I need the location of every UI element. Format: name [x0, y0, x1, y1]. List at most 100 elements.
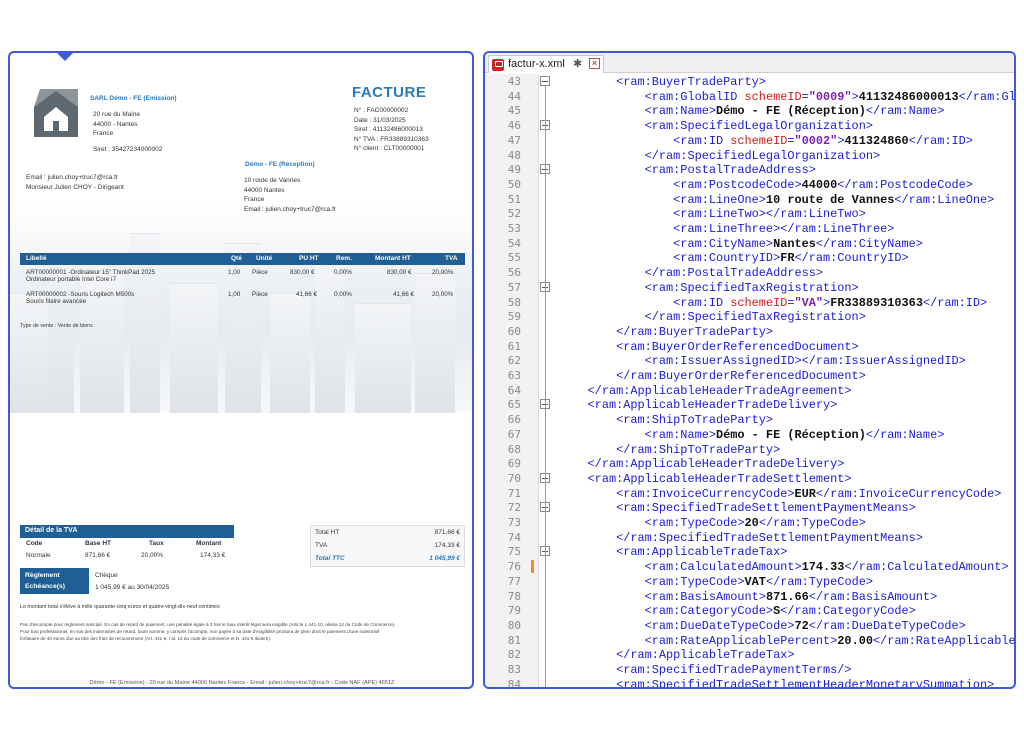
code-line[interactable]: 72 <ram:SpecifiedTradeSettlementPaymentM… [485, 500, 1014, 515]
code-text[interactable]: </ram:SpecifiedLegalOrganization> [559, 149, 880, 163]
code-text[interactable]: <ram:TypeCode>20</ram:TypeCode> [559, 516, 866, 530]
line-number: 57 [507, 280, 521, 294]
code-text[interactable]: <ram:CalculatedAmount>174.33</ram:Calcul… [559, 560, 1009, 574]
code-text[interactable]: <ram:SpecifiedLegalOrganization> [559, 119, 873, 133]
fold-guide-line [545, 86, 546, 687]
line-number: 78 [507, 589, 521, 603]
code-text[interactable]: </ram:SpecifiedTradeSettlementPaymentMea… [559, 531, 923, 545]
line-number: 51 [507, 192, 521, 206]
tab-factur-x[interactable]: factur-x.xml ✱ × [488, 55, 604, 73]
code-text[interactable]: <ram:IssuerAssignedID></ram:IssuerAssign… [559, 354, 966, 368]
code-line[interactable]: 50 <ram:PostcodeCode>44000</ram:Postcode… [485, 177, 1014, 192]
code-text[interactable]: <ram:SpecifiedTradePaymentTerms/> [559, 663, 851, 677]
code-text[interactable]: <ram:ApplicableTradeTax> [559, 545, 787, 559]
code-line[interactable]: 53 <ram:LineThree></ram:LineThree> [485, 221, 1014, 236]
code-text[interactable]: <ram:InvoiceCurrencyCode>EUR</ram:Invoic… [559, 487, 1001, 501]
code-text[interactable]: <ram:Name>Démo - FE (Réception)</ram:Nam… [559, 428, 945, 442]
code-text[interactable]: <ram:ID schemeID="0002">411324860</ram:I… [559, 134, 973, 148]
code-line[interactable]: 52 <ram:LineTwo></ram:LineTwo> [485, 206, 1014, 221]
line-number: 45 [507, 104, 521, 118]
code-line[interactable]: 59 </ram:SpecifiedTaxRegistration> [485, 309, 1014, 324]
code-line[interactable]: 84 <ram:SpecifiedTradeSettlementHeaderMo… [485, 677, 1014, 687]
code-text[interactable]: </ram:ShipToTradeParty> [559, 443, 780, 457]
code-line[interactable]: 70 <ram:ApplicableHeaderTradeSettlement> [485, 471, 1014, 486]
pin-icon[interactable]: ✱ [573, 57, 582, 70]
code-line[interactable]: 44 <ram:GlobalID schemeID="0009">4113248… [485, 89, 1014, 104]
line-number: 59 [507, 310, 521, 324]
code-text[interactable]: <ram:SpecifiedTradeSettlementHeaderMonet… [559, 678, 994, 687]
code-text[interactable]: <ram:CategoryCode>S</ram:CategoryCode> [559, 604, 916, 618]
code-line[interactable]: 75 <ram:ApplicableTradeTax> [485, 544, 1014, 559]
code-line[interactable]: 61 <ram:BuyerOrderReferencedDocument> [485, 339, 1014, 354]
code-line[interactable]: 57 <ram:SpecifiedTaxRegistration> [485, 280, 1014, 295]
code-line[interactable]: 55 <ram:CountryID>FR</ram:CountryID> [485, 250, 1014, 265]
code-text[interactable]: <ram:DueDateTypeCode>72</ram:DueDateType… [559, 619, 966, 633]
code-text[interactable]: <ram:CityName>Nantes</ram:CityName> [559, 237, 923, 251]
xml-editor[interactable]: factur-x.xml ✱ × 43 <ram:BuyerTradeParty… [483, 51, 1016, 689]
code-line[interactable]: 79 <ram:CategoryCode>S</ram:CategoryCode… [485, 603, 1014, 618]
code-text[interactable]: <ram:BasisAmount>871.66</ram:BasisAmount… [559, 590, 938, 604]
tab-label: factur-x.xml [508, 58, 565, 70]
code-line[interactable]: 47 <ram:ID schemeID="0002">411324860</ra… [485, 133, 1014, 148]
line-number: 50 [507, 177, 521, 191]
code-line[interactable]: 77 <ram:TypeCode>VAT</ram:TypeCode> [485, 574, 1014, 589]
buyer-name: Démo - FE (Réception) [245, 161, 315, 168]
code-line[interactable]: 83 <ram:SpecifiedTradePaymentTerms/> [485, 662, 1014, 677]
code-text[interactable]: <ram:ShipToTradeParty> [559, 413, 773, 427]
code-text[interactable]: </ram:BuyerTradeParty> [559, 325, 773, 339]
code-line[interactable]: 49 <ram:PostalTradeAddress> [485, 162, 1014, 177]
code-text[interactable]: <ram:Name>Démo - FE (Réception)</ram:Nam… [559, 104, 945, 118]
code-line[interactable]: 78 <ram:BasisAmount>871.66</ram:BasisAmo… [485, 589, 1014, 604]
close-icon[interactable]: × [589, 58, 600, 69]
code-line[interactable]: 58 <ram:ID schemeID="VA">FR33889310363</… [485, 295, 1014, 310]
code-line[interactable]: 76 <ram:CalculatedAmount>174.33</ram:Cal… [485, 559, 1014, 574]
code-text[interactable]: </ram:ApplicableTradeTax> [559, 648, 794, 662]
code-text[interactable]: <ram:RateApplicablePercent>20.00</ram:Ra… [559, 634, 1014, 648]
code-line[interactable]: 45 <ram:Name>Démo - FE (Réception)</ram:… [485, 103, 1014, 118]
code-line[interactable]: 65 <ram:ApplicableHeaderTradeDelivery> [485, 397, 1014, 412]
code-line[interactable]: 46 <ram:SpecifiedLegalOrganization> [485, 118, 1014, 133]
code-text[interactable]: <ram:CountryID>FR</ram:CountryID> [559, 251, 909, 265]
code-text[interactable]: </ram:ApplicableHeaderTradeDelivery> [559, 457, 845, 471]
code-text[interactable]: <ram:BuyerOrderReferencedDocument> [559, 340, 859, 354]
code-line[interactable]: 48 </ram:SpecifiedLegalOrganization> [485, 148, 1014, 163]
code-text[interactable]: <ram:PostcodeCode>44000</ram:PostcodeCod… [559, 178, 973, 192]
code-line[interactable]: 63 </ram:BuyerOrderReferencedDocument> [485, 368, 1014, 383]
code-line[interactable]: 71 <ram:InvoiceCurrencyCode>EUR</ram:Inv… [485, 486, 1014, 501]
code-line[interactable]: 43 <ram:BuyerTradeParty> [485, 74, 1014, 89]
code-line[interactable]: 66 <ram:ShipToTradeParty> [485, 412, 1014, 427]
code-text[interactable]: <ram:ID schemeID="VA">FR33889310363</ram… [559, 296, 987, 310]
code-text[interactable]: <ram:PostalTradeAddress> [559, 163, 816, 177]
code-text[interactable]: <ram:LineOne>10 route de Vannes</ram:Lin… [559, 193, 994, 207]
code-line[interactable]: 51 <ram:LineOne>10 route de Vannes</ram:… [485, 192, 1014, 207]
contact-email: Email : julien.choy+truc7@rca.fr [26, 174, 119, 181]
code-text[interactable]: <ram:BuyerTradeParty> [559, 75, 766, 89]
code-text[interactable]: <ram:SpecifiedTradeSettlementPaymentMean… [559, 501, 916, 515]
code-text[interactable]: </ram:ApplicableHeaderTradeAgreement> [559, 384, 852, 398]
code-line[interactable]: 82 </ram:ApplicableTradeTax> [485, 647, 1014, 662]
code-text[interactable]: </ram:SpecifiedTaxRegistration> [559, 310, 866, 324]
code-text[interactable]: <ram:TypeCode>VAT</ram:TypeCode> [559, 575, 873, 589]
code-text[interactable]: </ram:BuyerOrderReferencedDocument> [559, 369, 866, 383]
code-text[interactable]: <ram:SpecifiedTaxRegistration> [559, 281, 859, 295]
code-line[interactable]: 67 <ram:Name>Démo - FE (Réception)</ram:… [485, 427, 1014, 442]
code-line[interactable]: 74 </ram:SpecifiedTradeSettlementPayment… [485, 530, 1014, 545]
code-line[interactable]: 56 </ram:PostalTradeAddress> [485, 265, 1014, 280]
code-text[interactable]: <ram:LineTwo></ram:LineTwo> [559, 207, 866, 221]
code-text[interactable]: <ram:ApplicableHeaderTradeDelivery> [559, 398, 838, 412]
code-line[interactable]: 60 </ram:BuyerTradeParty> [485, 324, 1014, 339]
code-line[interactable]: 81 <ram:RateApplicablePercent>20.00</ram… [485, 633, 1014, 648]
code-line[interactable]: 68 </ram:ShipToTradeParty> [485, 442, 1014, 457]
code-line[interactable]: 62 <ram:IssuerAssignedID></ram:IssuerAss… [485, 353, 1014, 368]
code-line[interactable]: 54 <ram:CityName>Nantes</ram:CityName> [485, 236, 1014, 251]
fold-toggle-icon[interactable] [540, 76, 550, 86]
code-line[interactable]: 64 </ram:ApplicableHeaderTradeAgreement> [485, 383, 1014, 398]
line-number: 79 [507, 604, 521, 618]
code-text[interactable]: </ram:PostalTradeAddress> [559, 266, 823, 280]
code-text[interactable]: <ram:GlobalID schemeID="0009">4113248600… [559, 90, 1014, 104]
code-text[interactable]: <ram:ApplicableHeaderTradeSettlement> [559, 472, 852, 486]
code-line[interactable]: 73 <ram:TypeCode>20</ram:TypeCode> [485, 515, 1014, 530]
code-line[interactable]: 69 </ram:ApplicableHeaderTradeDelivery> [485, 456, 1014, 471]
code-text[interactable]: <ram:LineThree></ram:LineThree> [559, 222, 894, 236]
code-line[interactable]: 80 <ram:DueDateTypeCode>72</ram:DueDateT… [485, 618, 1014, 633]
